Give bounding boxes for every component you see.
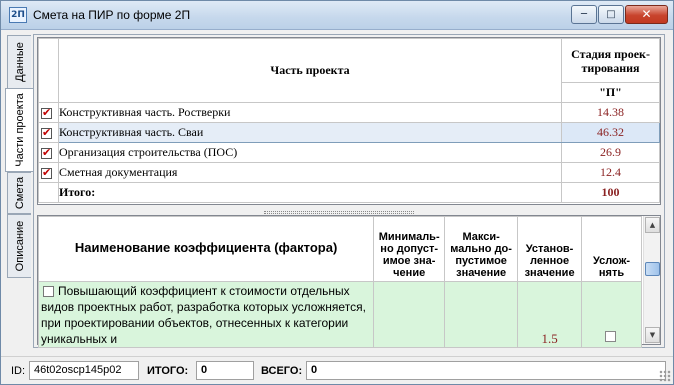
- row-value[interactable]: 12.4: [561, 162, 660, 183]
- project-parts-table: Часть проекта Стадия проек-тирования "П"…: [38, 38, 660, 203]
- tab-data-label: Данные: [13, 42, 26, 82]
- scroll-up-icon: ▲: [649, 221, 656, 229]
- coefficient-row[interactable]: Повышающий коэффициент к стоимости отдел…: [37, 281, 642, 348]
- coefficient-max[interactable]: [444, 281, 519, 348]
- coefficients-grid: Наименование коэффициента (фактора) Мини…: [37, 215, 661, 348]
- maximize-icon: □: [606, 9, 616, 20]
- header-spacer: [38, 38, 59, 103]
- row-checkbox[interactable]: [41, 146, 52, 159]
- total-value: 100: [561, 182, 660, 203]
- resize-grip-icon[interactable]: [659, 370, 671, 382]
- minimize-button[interactable]: ─: [571, 5, 597, 24]
- tab-description[interactable]: Описание: [7, 214, 31, 278]
- row-checkbox-cell[interactable]: [38, 142, 59, 163]
- minimize-icon: ─: [580, 9, 588, 20]
- close-icon: ✕: [641, 7, 652, 21]
- status-itogo-value: 0: [196, 361, 254, 380]
- complicate-checkbox[interactable]: [605, 331, 617, 343]
- scroll-down-icon: ▼: [649, 331, 656, 339]
- table-row[interactable]: Конструктивная часть. Ростверки 14.38: [38, 102, 660, 123]
- row-checkbox[interactable]: [41, 106, 52, 119]
- row-checkbox-cell[interactable]: [38, 102, 59, 123]
- row-label: Конструктивная часть. Ростверки: [57, 102, 563, 123]
- coefficient-min[interactable]: [373, 281, 446, 348]
- row-checkbox-cell[interactable]: [38, 162, 59, 183]
- coefficient-description-cell[interactable]: Повышающий коэффициент к стоимости отдел…: [37, 281, 375, 348]
- tab-content: Часть проекта Стадия проек-тирования "П"…: [33, 34, 665, 348]
- tab-project-parts[interactable]: Части проекта: [5, 88, 33, 172]
- status-itogo-label: ИТОГО:: [147, 365, 189, 377]
- row-label: Организация строительства (ПОС): [57, 142, 563, 163]
- table-row[interactable]: Сметная документация 12.4: [38, 162, 660, 183]
- row-checkbox[interactable]: [41, 166, 52, 179]
- coefficient-set-value[interactable]: 1.5: [517, 281, 583, 348]
- row-value[interactable]: 14.38: [561, 102, 660, 123]
- coefficients-table: Наименование коэффициента (фактора) Мини…: [37, 216, 642, 348]
- coefficient-complicate-cell[interactable]: [581, 281, 642, 348]
- splitter-handle[interactable]: [264, 211, 414, 214]
- scroll-down-button[interactable]: ▼: [645, 327, 660, 343]
- vertical-tabs: Данные Части проекта Смета Описание: [5, 33, 33, 351]
- tab-project-parts-label: Части проекта: [13, 93, 26, 167]
- coefficient-checkbox[interactable]: [43, 286, 54, 297]
- window-title: Смета на ПИР по форме 2П: [33, 8, 191, 22]
- table-row-selected[interactable]: Конструктивная часть. Сваи 46.32: [38, 122, 660, 143]
- scroll-up-button[interactable]: ▲: [645, 217, 660, 233]
- row-label: Конструктивная часть. Сваи: [57, 122, 563, 143]
- tab-estimate[interactable]: Смета: [7, 172, 31, 214]
- total-label: Итого:: [57, 182, 563, 203]
- total-spacer: [38, 182, 59, 203]
- status-id-label: ID:: [11, 365, 26, 377]
- title-bar[interactable]: 2П Смета на ПИР по форме 2П ─ □ ✕: [1, 1, 673, 30]
- column-header-set[interactable]: Установ-ленное значение: [517, 216, 583, 282]
- row-label: Сметная документация: [57, 162, 563, 183]
- row-checkbox-cell[interactable]: [38, 122, 59, 143]
- stage-p-header: "П": [561, 82, 660, 103]
- status-bar: ID: 46t02oscp145p02 ИТОГО: 0 ВСЕГО: 0: [1, 356, 673, 384]
- maximize-button[interactable]: □: [598, 5, 624, 24]
- column-header-min[interactable]: Минималь-но допуст-имое зна-чение: [373, 216, 446, 282]
- app-window: 2П Смета на ПИР по форме 2П ─ □ ✕ Данные…: [0, 0, 674, 385]
- status-vsego-value: 0: [306, 361, 666, 380]
- project-parts-grid: Часть проекта Стадия проек-тирования "П"…: [37, 37, 661, 205]
- tab-description-label: Описание: [13, 220, 26, 272]
- column-header-complicate[interactable]: Услож-нять: [581, 216, 642, 282]
- column-header-part[interactable]: Часть проекта: [57, 38, 563, 103]
- tab-data[interactable]: Данные: [7, 35, 31, 89]
- status-id-value: 46t02oscp145p02: [29, 361, 139, 380]
- column-header-max[interactable]: Макси-мально до-пустимое значение: [444, 216, 519, 282]
- column-header-stage[interactable]: Стадия проек-тирования: [561, 38, 660, 83]
- app-icon: 2П: [9, 7, 27, 23]
- row-value[interactable]: 26.9: [561, 142, 660, 163]
- close-button[interactable]: ✕: [625, 5, 668, 24]
- table-row[interactable]: Организация строительства (ПОС) 26.9: [38, 142, 660, 163]
- row-value[interactable]: 46.32: [561, 122, 660, 143]
- status-vsego-label: ВСЕГО:: [261, 365, 303, 377]
- column-header-name[interactable]: Наименование коэффициента (фактора): [37, 216, 375, 282]
- scroll-thumb[interactable]: [645, 262, 660, 276]
- total-row: Итого: 100: [38, 182, 660, 203]
- row-checkbox[interactable]: [41, 126, 52, 139]
- tab-estimate-label: Смета: [13, 176, 26, 210]
- vertical-scrollbar[interactable]: ▲ ▼: [643, 216, 660, 344]
- coefficient-description: Повышающий коэффициент к стоимости отдел…: [41, 284, 366, 346]
